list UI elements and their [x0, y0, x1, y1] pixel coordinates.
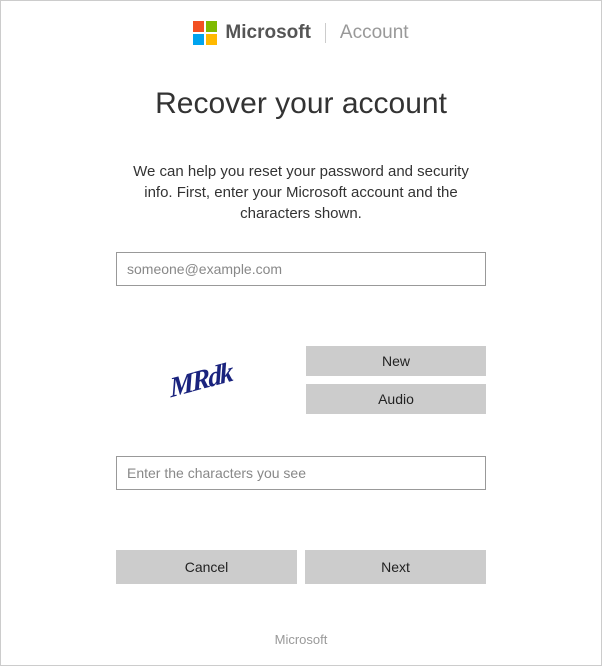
captcha-text: MRdk — [169, 357, 233, 406]
footer: Microsoft — [1, 632, 601, 647]
page-title: Recover your account — [116, 87, 486, 121]
cancel-button[interactable]: Cancel — [116, 550, 297, 584]
captcha-input[interactable] — [116, 456, 486, 490]
main-content: Recover your account We can help you res… — [1, 55, 601, 584]
header-divider — [325, 23, 326, 43]
header: Microsoft Account — [1, 1, 601, 55]
action-buttons: Cancel Next — [116, 550, 486, 584]
email-input[interactable] — [116, 252, 486, 286]
instruction-text: We can help you reset your password and … — [116, 161, 486, 224]
microsoft-logo-icon — [193, 21, 217, 45]
brand-label: Microsoft — [225, 22, 311, 44]
next-button[interactable]: Next — [305, 550, 486, 584]
captcha-new-button[interactable]: New — [306, 346, 486, 376]
captcha-image: MRdk — [116, 346, 286, 416]
captcha-section: MRdk New Audio — [116, 346, 486, 416]
section-label: Account — [340, 22, 409, 44]
footer-text: Microsoft — [275, 632, 328, 647]
captcha-controls: New Audio — [306, 346, 486, 414]
captcha-audio-button[interactable]: Audio — [306, 384, 486, 414]
